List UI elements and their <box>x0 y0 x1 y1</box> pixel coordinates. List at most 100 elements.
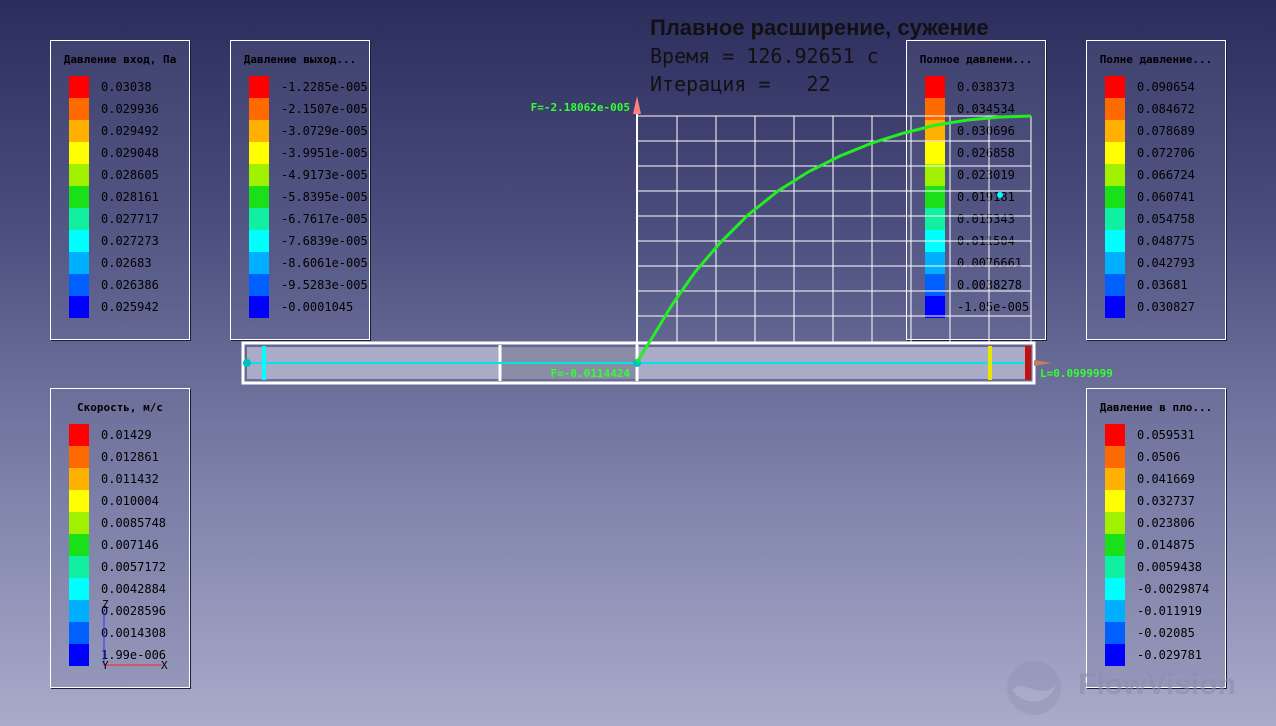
legend-velocity[interactable]: Скорость, м/с 0.01429 0.012861 0.011432 0.0… <box>50 388 190 688</box>
legend-value: 0.029492 <box>101 124 159 138</box>
color-swatch <box>925 98 945 120</box>
color-swatch <box>925 208 945 230</box>
color-swatch <box>1105 644 1125 666</box>
legend-title: Давление выход... <box>243 53 357 66</box>
legend-title: Давление вход, Па <box>63 53 177 66</box>
color-swatch <box>1105 252 1125 274</box>
color-swatch <box>249 76 269 98</box>
legend-value: -0.02085 <box>1137 626 1195 640</box>
color-swatch <box>1105 534 1125 556</box>
legend-value: 0.0014308 <box>101 626 167 640</box>
color-swatch <box>69 186 89 208</box>
color-swatch <box>69 296 89 318</box>
legend-value: 0.084672 <box>1137 102 1195 116</box>
viewport: F=-2.18062e-005 F=-0.0114424 L=0.0999999… <box>102 96 1113 672</box>
color-swatch <box>69 578 89 600</box>
length-label: L=0.0999999 <box>1040 367 1113 380</box>
legend-inlet-pressure[interactable]: Давление вход, Па 0.03038 0.029936 0.02949… <box>50 40 190 340</box>
color-swatch <box>925 142 945 164</box>
legend-value: 0.010004 <box>101 494 159 508</box>
color-swatch <box>69 600 89 622</box>
color-swatch <box>69 120 89 142</box>
project-title: Плавное расширение, сужение <box>650 15 989 40</box>
legend-value: 1.99e-006 <box>101 648 167 662</box>
legend-value: 0.0028596 <box>101 604 167 618</box>
color-swatch <box>1105 230 1125 252</box>
color-swatch <box>925 76 945 98</box>
color-swatch <box>69 622 89 644</box>
color-swatch <box>925 164 945 186</box>
color-swatch <box>249 186 269 208</box>
legend-value: 0.032737 <box>1137 494 1195 508</box>
logo-text: FlowVision <box>1078 668 1236 701</box>
legend-value: -3.0729e-005 <box>281 124 368 138</box>
legend-value: 0.027273 <box>101 234 159 248</box>
color-swatch <box>69 446 89 468</box>
color-swatch <box>69 164 89 186</box>
legend-value: 0.060741 <box>1137 190 1195 204</box>
legend-value: -0.0001045 <box>281 300 354 314</box>
color-swatch <box>1105 208 1125 230</box>
color-swatch <box>1105 186 1125 208</box>
legend-total-pressure-2[interactable]: Полне давление... 0.090654 0.084672 0.0786… <box>1086 40 1226 340</box>
legend-value: -1.2285e-005 <box>281 80 368 94</box>
legend-value: -2.1507e-005 <box>281 102 368 116</box>
color-swatch <box>925 186 945 208</box>
legend-value: 0.015343 <box>957 212 1015 226</box>
color-swatch <box>69 274 89 296</box>
legend-value: -5.8395e-005 <box>281 190 368 204</box>
legend-value: -9.5283e-005 <box>281 278 368 292</box>
legend-value: 0.014875 <box>1137 538 1195 552</box>
color-swatch <box>1105 622 1125 644</box>
legend-title: Давление в пло... <box>1099 401 1213 414</box>
legend-value: -6.7617e-005 <box>281 212 368 226</box>
color-swatch <box>249 142 269 164</box>
color-swatch <box>925 252 945 274</box>
color-swatch <box>69 556 89 578</box>
legend-value: 0.023019 <box>957 168 1015 182</box>
legend-value: 0.078689 <box>1137 124 1195 138</box>
legend-value: 0.0085748 <box>101 516 167 530</box>
legend-value: -1.05e-005 <box>957 300 1030 314</box>
color-swatch <box>249 252 269 274</box>
legend-value: 0.011432 <box>101 472 159 486</box>
legend-value: 0.038373 <box>957 80 1015 94</box>
legend-total-pressure-1[interactable]: Полное давлени... 0.038373 0.034534 0.0306… <box>906 40 1046 340</box>
color-swatch <box>1105 556 1125 578</box>
legend-plane-pressure[interactable]: Давление в пло... 0.059531 0.0506 0.041669… <box>1086 388 1226 688</box>
legend-value: 0.02683 <box>101 256 152 270</box>
legend-value: 0.03038 <box>101 80 152 94</box>
legend-value: 0.0057172 <box>101 560 167 574</box>
legend-value: 0.027717 <box>101 212 159 226</box>
legend-value: -3.9951e-005 <box>281 146 368 160</box>
f-axis-arrow <box>633 96 641 114</box>
color-swatch <box>1105 490 1125 512</box>
color-swatch <box>249 164 269 186</box>
color-swatch <box>1105 424 1125 446</box>
legend-title: Скорость, м/с <box>76 401 164 414</box>
color-swatch <box>1105 578 1125 600</box>
color-swatch <box>1105 468 1125 490</box>
legend-value: 0.0076661 <box>957 256 1023 270</box>
legend-value: 0.090654 <box>1137 80 1195 94</box>
color-swatch <box>1105 600 1125 622</box>
color-swatch <box>1105 446 1125 468</box>
legend-value: 0.029048 <box>101 146 159 160</box>
legend-value: -8.6061e-005 <box>281 256 368 270</box>
legend-value: 0.0059438 <box>1137 560 1203 574</box>
color-swatch <box>1105 120 1125 142</box>
legend-value: 0.054758 <box>1137 212 1195 226</box>
color-swatch <box>69 490 89 512</box>
legend-value: 0.028161 <box>101 190 159 204</box>
color-swatch <box>1105 512 1125 534</box>
color-swatch <box>249 296 269 318</box>
legend-outlet-pressure[interactable]: Давление выход... -1.2285e-005 -2.1507e-0… <box>230 40 370 340</box>
color-swatch <box>69 424 89 446</box>
flowvision-logo-icon <box>1007 661 1061 715</box>
color-swatch <box>1105 164 1125 186</box>
color-swatch <box>69 230 89 252</box>
color-swatch <box>925 296 945 318</box>
legend-value: 0.042793 <box>1137 256 1195 270</box>
channel-body <box>241 341 1052 385</box>
legend-value: -7.6839e-005 <box>281 234 368 248</box>
